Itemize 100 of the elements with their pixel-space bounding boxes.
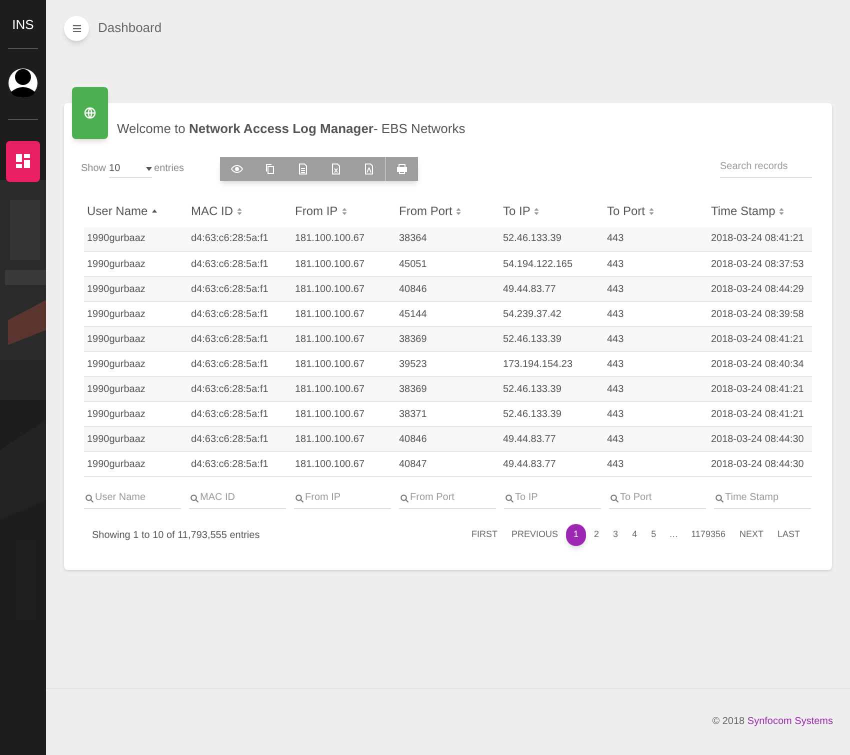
- table-cell: 54.194.122.165: [500, 252, 604, 276]
- page-title: Dashboard: [98, 19, 162, 38]
- table-cell: 1990gurbaaz: [84, 452, 188, 476]
- table-cell: 181.100.100.67: [292, 426, 396, 452]
- table-cell: 2018-03-24 08:37:53: [708, 252, 812, 276]
- column-header[interactable]: To Port: [604, 194, 708, 226]
- pdf-file-icon: [362, 162, 375, 174]
- pagination-button[interactable]: NEXT: [733, 524, 770, 546]
- entries-info: Showing 1 to 10 of 11,793,555 entries: [92, 528, 260, 542]
- menu-icon: [72, 24, 80, 32]
- table-cell: 45051: [396, 252, 500, 276]
- column-header[interactable]: User Name: [84, 194, 188, 226]
- column-filter-field[interactable]: From IP: [294, 487, 391, 509]
- entries-label: entries: [154, 162, 184, 176]
- column-filter-field[interactable]: MAC ID: [189, 487, 286, 509]
- search-field[interactable]: Search records: [720, 156, 812, 178]
- table-cell: 38369: [396, 326, 500, 352]
- table-cell: d4:63:c6:28:5a:f1: [188, 402, 292, 426]
- table-cell: 443: [604, 326, 708, 352]
- column-filter-field[interactable]: Time Stamp: [714, 487, 811, 509]
- table-cell: 52.46.133.39: [500, 326, 604, 352]
- search-icon: [295, 494, 304, 503]
- table-cell: 443: [604, 352, 708, 376]
- table-cell: 181.100.100.67: [292, 276, 396, 302]
- table-cell: 2018-03-24 08:39:58: [708, 302, 812, 326]
- table-cell: 2018-03-24 08:40:34: [708, 352, 812, 376]
- table-cell: 181.100.100.67: [292, 452, 396, 476]
- pagination-ellipsis: …: [668, 528, 680, 542]
- pagination-button[interactable]: 1179356: [685, 524, 732, 546]
- table-cell: d4:63:c6:28:5a:f1: [188, 426, 292, 452]
- table-cell: 1990gurbaaz: [84, 252, 188, 276]
- column-header[interactable]: Time Stamp: [708, 194, 812, 226]
- search-icon: [505, 494, 514, 503]
- eye-icon: [230, 162, 243, 174]
- dashboard-nav-button[interactable]: [6, 140, 40, 182]
- brand-title[interactable]: INS: [12, 15, 34, 34]
- table-cell: 2018-03-24 08:41:21: [708, 226, 812, 252]
- column-header[interactable]: MAC ID: [188, 194, 292, 226]
- column-filter-field[interactable]: To IP: [504, 487, 601, 509]
- table-cell: 443: [604, 452, 708, 476]
- pagination-button[interactable]: 4: [626, 524, 644, 546]
- table-cell: 49.44.83.77: [500, 426, 604, 452]
- table-cell: 52.46.133.39: [500, 402, 604, 426]
- pagination-button[interactable]: LAST: [771, 524, 806, 546]
- search-icon: [715, 494, 724, 503]
- table-cell: 45144: [396, 302, 500, 326]
- search-icon: [85, 494, 94, 503]
- table-cell: d4:63:c6:28:5a:f1: [188, 276, 292, 302]
- globe-icon: [84, 107, 96, 119]
- caret-icon: [146, 166, 152, 170]
- column-header[interactable]: To IP: [500, 194, 604, 226]
- document-icon: [296, 162, 309, 174]
- table-cell: d4:63:c6:28:5a:f1: [188, 326, 292, 352]
- table-cell: 1990gurbaaz: [84, 352, 188, 376]
- pagination-button[interactable]: 5: [645, 524, 662, 546]
- column-filter-field[interactable]: From Port: [399, 487, 496, 509]
- table-cell: 443: [604, 252, 708, 276]
- table-cell: 1990gurbaaz: [84, 376, 188, 402]
- table-cell: 40846: [396, 276, 500, 302]
- table-cell: 38369: [396, 376, 500, 402]
- table-cell: 2018-03-24 08:41:21: [708, 402, 812, 426]
- table-cell: d4:63:c6:28:5a:f1: [188, 226, 292, 252]
- table-cell: 1990gurbaaz: [84, 226, 188, 252]
- table-cell: 1990gurbaaz: [84, 276, 188, 302]
- column-header[interactable]: From IP: [292, 194, 396, 226]
- table-cell: d4:63:c6:28:5a:f1: [188, 302, 292, 326]
- company-link[interactable]: Synfocom Systems: [747, 716, 833, 726]
- pagination-button[interactable]: PREVIOUS: [506, 524, 564, 546]
- table-cell: 49.44.83.77: [500, 452, 604, 476]
- table-cell: 49.44.83.77: [500, 276, 604, 302]
- table-cell: 443: [604, 376, 708, 402]
- table-cell: 39523: [396, 352, 500, 376]
- table-cell: 2018-03-24 08:44:30: [708, 452, 812, 476]
- table-cell: d4:63:c6:28:5a:f1: [188, 376, 292, 402]
- column-filter-field[interactable]: To Port: [609, 487, 706, 509]
- toolbar-button[interactable]: [385, 156, 418, 180]
- toolbar-button[interactable]: [220, 156, 254, 180]
- search-icon: [610, 494, 619, 503]
- table-cell: 38364: [396, 226, 500, 252]
- welcome-text: Welcome to Network Access Log Manager- EBS Networks: [117, 120, 466, 138]
- column-filter-field[interactable]: User Name: [84, 487, 181, 509]
- pagination-button[interactable]: 2: [588, 524, 606, 546]
- search-icon: [400, 494, 409, 503]
- table-cell: 1990gurbaaz: [84, 402, 188, 426]
- pagination-button[interactable]: FIRST: [466, 524, 504, 546]
- entries-select[interactable]: 10: [109, 160, 152, 178]
- table-cell: d4:63:c6:28:5a:f1: [188, 252, 292, 276]
- table-cell: 52.46.133.39: [500, 376, 604, 402]
- table-cell: 2018-03-24 08:44:30: [708, 426, 812, 452]
- pagination-button[interactable]: 3: [607, 524, 624, 546]
- table-cell: 181.100.100.67: [292, 352, 396, 376]
- menu-button[interactable]: [64, 16, 89, 40]
- toolbar-button[interactable]: [352, 156, 386, 180]
- table-cell: 181.100.100.67: [292, 402, 396, 426]
- table-cell: 181.100.100.67: [292, 226, 396, 252]
- column-header[interactable]: From Port: [396, 194, 500, 226]
- table-cell: 2018-03-24 08:41:21: [708, 376, 812, 402]
- table-cell: 40847: [396, 452, 500, 476]
- table-cell: 173.194.154.23: [500, 352, 604, 376]
- table-cell: 1990gurbaaz: [84, 426, 188, 452]
